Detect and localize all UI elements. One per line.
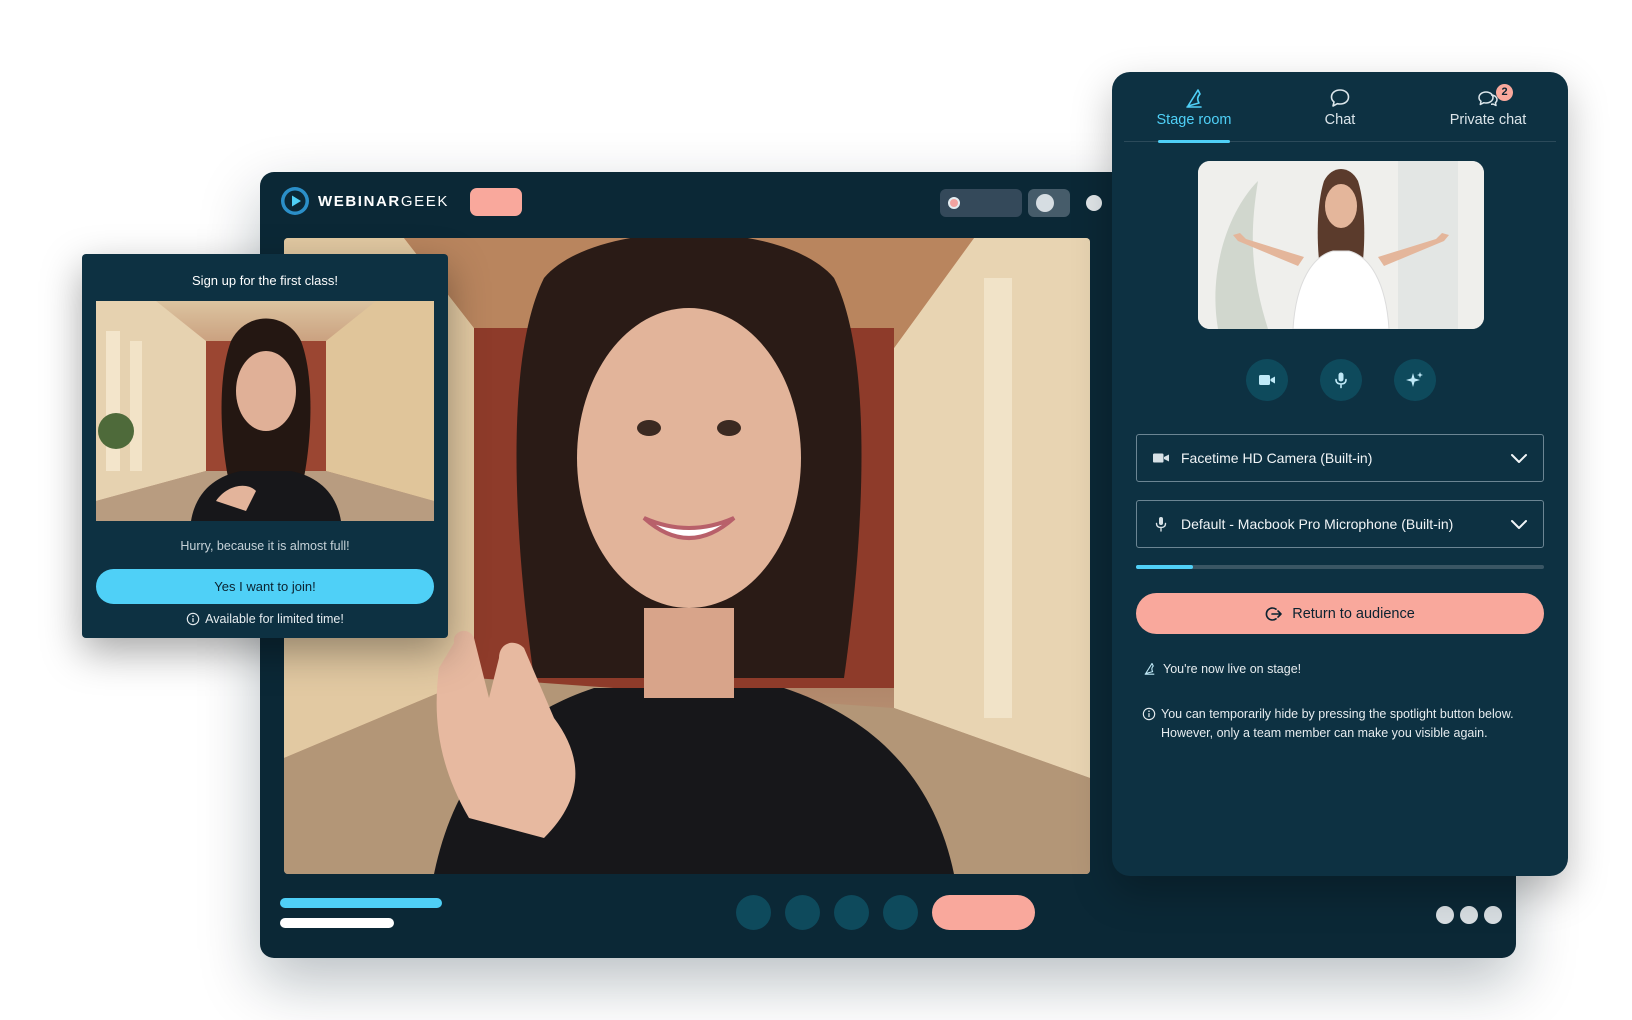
progress-bar-blue	[280, 898, 442, 908]
play-logo-icon	[281, 187, 309, 215]
presenter-eye	[637, 420, 661, 436]
more-options-button[interactable]	[1436, 906, 1502, 924]
more-dot	[1436, 906, 1454, 924]
right-wall	[326, 301, 434, 501]
camera-icon	[1153, 453, 1169, 463]
chevron-down-icon	[1511, 520, 1527, 529]
tab-stage-room[interactable]: Stage room	[1124, 82, 1264, 143]
spotlight-hide-text: You can temporarily hide by pressing the…	[1161, 707, 1514, 740]
mic-level-fill	[1136, 565, 1194, 569]
camera-icon	[1259, 375, 1275, 385]
chat-bubble-icon	[1330, 89, 1350, 107]
camera-toggle-button[interactable]	[1246, 359, 1288, 401]
person-face	[1325, 184, 1357, 228]
effects-sparkle-icon	[1406, 372, 1423, 387]
camera-select-value: Facetime HD Camera (Built-in)	[1181, 450, 1373, 466]
control-button[interactable]	[736, 895, 771, 930]
signup-subtitle: Hurry, because it is almost full!	[180, 539, 350, 553]
pillar-light	[984, 278, 1012, 718]
plant	[98, 413, 134, 449]
availability-note: Available for limited time!	[82, 612, 448, 626]
signup-title: Sign up for the first class!	[192, 273, 338, 288]
control-button[interactable]	[785, 895, 820, 930]
live-status-note: You're now live on stage!	[1142, 661, 1301, 676]
view-toggle[interactable]	[1028, 189, 1070, 217]
toggle-knob	[1036, 194, 1054, 212]
record-dot-icon	[948, 197, 960, 209]
more-dot	[1484, 906, 1502, 924]
progress-bar-white	[280, 918, 394, 928]
return-to-audience-label: Return to audience	[1292, 605, 1415, 622]
microphone-icon	[1335, 372, 1347, 389]
tab-private-chat-label: Private chat	[1449, 112, 1527, 128]
join-button[interactable]: Yes I want to join!	[96, 569, 434, 604]
return-to-audience-button[interactable]: Return to audience	[1136, 593, 1544, 634]
window-light	[106, 331, 120, 471]
signup-popup: Sign up for the first class! Hurry, beca…	[82, 254, 448, 638]
tab-private-chat[interactable]: 2 Private chat	[1418, 82, 1558, 140]
mic-level-meter	[1136, 565, 1544, 569]
control-buttons	[736, 895, 1035, 930]
microphone-select[interactable]: Default - Macbook Pro Microphone (Built-…	[1136, 500, 1544, 548]
exit-arrow-icon	[1265, 606, 1283, 621]
spotlight-hide-note: You can temporarily hide by pressing the…	[1142, 705, 1532, 743]
signup-image-scene	[96, 301, 434, 521]
microphone-toggle-button[interactable]	[1320, 359, 1362, 401]
availability-note-text: Available for limited time!	[205, 612, 344, 626]
info-icon	[186, 612, 200, 626]
tab-stage-room-label: Stage room	[1156, 112, 1232, 128]
self-camera-preview	[1198, 161, 1484, 329]
live-pill-button[interactable]	[470, 188, 522, 216]
signup-image	[96, 301, 434, 521]
presenter-neck	[644, 608, 734, 698]
microphone-select-value: Default - Macbook Pro Microphone (Built-…	[1181, 516, 1454, 532]
control-button[interactable]	[834, 895, 869, 930]
camera-select[interactable]: Facetime HD Camera (Built-in)	[1136, 434, 1544, 482]
presenter-face	[577, 308, 801, 608]
webinargeek-logo: WEBINARGEEK	[280, 186, 449, 216]
window-light	[130, 341, 142, 471]
logo-text: WEBINARGEEK	[318, 193, 449, 210]
media-controls	[1246, 359, 1436, 401]
chevron-down-icon	[1511, 454, 1527, 463]
record-control[interactable]	[940, 189, 1022, 217]
more-dot	[1460, 906, 1478, 924]
stage-icon	[1144, 662, 1155, 675]
tab-chat-label: Chat	[1324, 112, 1356, 128]
menu-dot-button[interactable]	[1086, 195, 1102, 211]
info-icon	[1142, 707, 1156, 721]
panel-tabs: Stage room Chat 2 Private chat	[1124, 72, 1558, 143]
effects-button[interactable]	[1394, 359, 1436, 401]
live-status-text: You're now live on stage!	[1163, 661, 1302, 676]
presenter-face	[236, 351, 296, 431]
tab-chat[interactable]: Chat	[1270, 82, 1410, 140]
self-camera-scene	[1198, 161, 1484, 329]
stage-panel: Stage room Chat 2 Private chat Facetime …	[1112, 72, 1568, 876]
leave-button[interactable]	[932, 895, 1035, 930]
logo-text-light: GEEK	[400, 192, 449, 210]
bottom-bar	[260, 878, 1516, 958]
logo-text-bold: WEBINAR	[318, 192, 401, 210]
stage-icon	[1186, 89, 1202, 108]
microphone-icon	[1155, 517, 1167, 532]
private-chat-badge: 2	[1496, 84, 1513, 101]
presenter-eye	[717, 420, 741, 436]
control-button[interactable]	[883, 895, 918, 930]
